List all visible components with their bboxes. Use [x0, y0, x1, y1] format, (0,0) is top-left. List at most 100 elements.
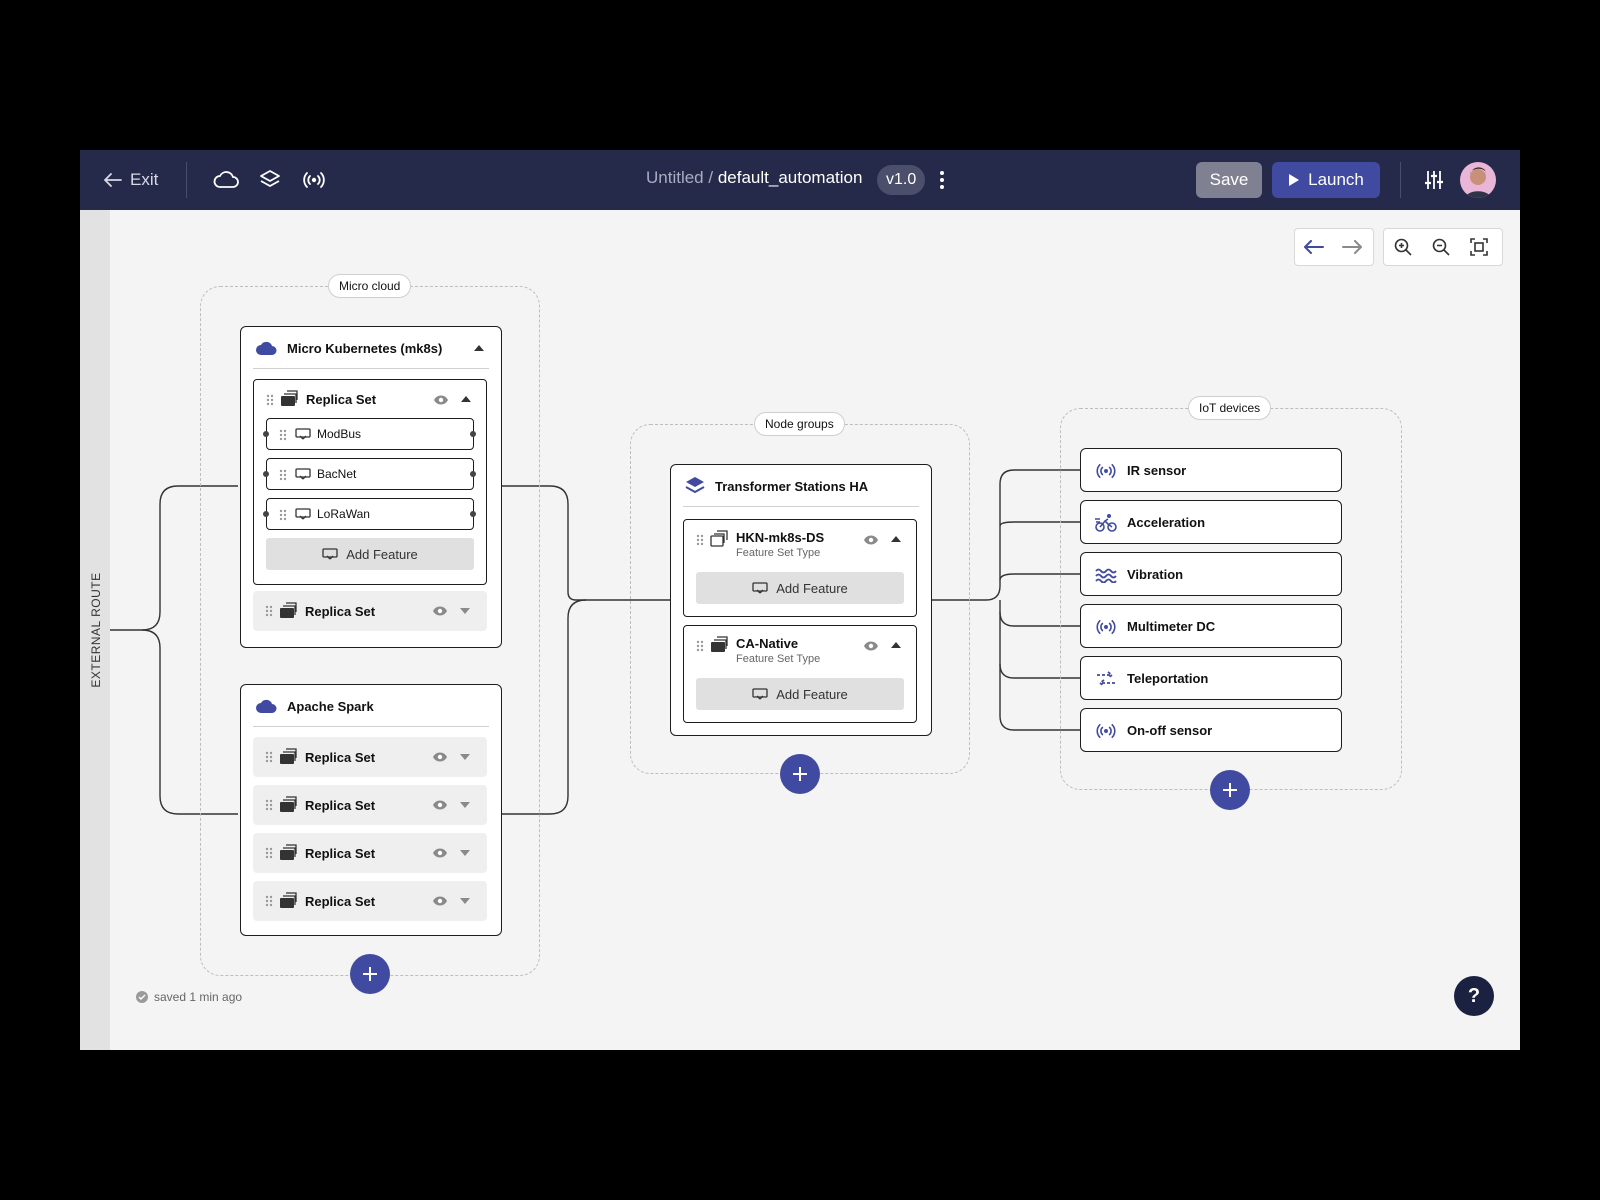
- replica-set-row[interactable]: Replica Set: [253, 881, 487, 921]
- replica-set-row[interactable]: Replica Set: [253, 737, 487, 777]
- breadcrumb-parent[interactable]: Untitled /: [646, 168, 713, 187]
- undo-icon[interactable]: [1295, 229, 1333, 265]
- eye-icon[interactable]: [432, 847, 448, 859]
- device-acceleration[interactable]: Acceleration: [1080, 500, 1342, 544]
- feature-label: LoRaWan: [317, 507, 370, 521]
- help-button[interactable]: ?: [1454, 976, 1494, 1016]
- avatar[interactable]: [1460, 162, 1496, 198]
- connector-dot[interactable]: [470, 431, 476, 437]
- drag-handle-icon[interactable]: [265, 751, 273, 763]
- add-feature-button[interactable]: Add Feature: [696, 572, 904, 604]
- divider: [186, 162, 187, 198]
- redo-icon[interactable]: [1333, 229, 1371, 265]
- feature-icon: [295, 508, 311, 520]
- expand-caret-icon[interactable]: [460, 754, 470, 760]
- bike-speed-icon: [1095, 512, 1117, 534]
- app-window: Exit Untitled / default_automation v1.0 …: [80, 150, 1520, 1050]
- replica-set-icon: [280, 796, 297, 812]
- device-label: IR sensor: [1127, 463, 1187, 478]
- expand-caret-icon[interactable]: [460, 802, 470, 808]
- replica-set-row[interactable]: Replica Set: [253, 785, 487, 825]
- zoom-out-icon[interactable]: [1422, 229, 1460, 265]
- add-feature-button[interactable]: Add Feature: [696, 678, 904, 710]
- eye-icon[interactable]: [863, 534, 879, 546]
- eye-icon[interactable]: [433, 394, 449, 406]
- connector-dot[interactable]: [263, 431, 269, 437]
- layers-icon: [685, 477, 705, 493]
- transformer-header[interactable]: Transformer Stations HA: [685, 477, 917, 495]
- connector-dot[interactable]: [263, 511, 269, 517]
- breadcrumb-current[interactable]: default_automation: [718, 168, 863, 187]
- collapse-caret-icon[interactable]: [474, 345, 484, 351]
- external-route-label: EXTERNAL ROUTE: [89, 572, 103, 688]
- feature-label: BacNet: [317, 467, 357, 481]
- add-node-group-button[interactable]: [780, 754, 820, 794]
- launch-button[interactable]: Launch: [1272, 162, 1380, 198]
- feature-item[interactable]: ModBus: [263, 418, 476, 450]
- sliders-icon[interactable]: [1420, 166, 1448, 194]
- iot-devices-label: IoT devices: [1188, 396, 1272, 420]
- broadcast-icon[interactable]: [300, 166, 328, 194]
- eye-icon[interactable]: [432, 751, 448, 763]
- device-vibration[interactable]: Vibration: [1080, 552, 1342, 596]
- drag-handle-icon[interactable]: [265, 895, 273, 907]
- broadcast-icon: [1095, 720, 1117, 742]
- expand-caret-icon[interactable]: [460, 850, 470, 856]
- replica-set-row[interactable]: Replica Set: [253, 591, 487, 631]
- transfer-icon: [1095, 668, 1117, 690]
- connector-dot[interactable]: [470, 511, 476, 517]
- history-controls: [1294, 228, 1374, 266]
- apache-spark-card[interactable]: Apache Spark Replica Set Replica Set Rep…: [240, 684, 502, 936]
- drag-handle-icon[interactable]: [696, 640, 704, 652]
- connector-dot[interactable]: [470, 471, 476, 477]
- replica-set-expanded[interactable]: Replica Set ModBus BacNet LoRaWan Add Fe…: [253, 379, 487, 585]
- zoom-in-icon[interactable]: [1384, 229, 1422, 265]
- collapse-caret-icon[interactable]: [891, 642, 901, 648]
- device-on-off-sensor[interactable]: On-off sensor: [1080, 708, 1342, 752]
- version-badge[interactable]: v1.0: [877, 165, 926, 195]
- more-options-icon[interactable]: [932, 166, 952, 194]
- add-node-button[interactable]: [350, 954, 390, 994]
- drag-handle-icon[interactable]: [279, 509, 287, 521]
- transformer-card[interactable]: Transformer Stations HA HKN-mk8s-DS Feat…: [670, 464, 932, 736]
- eye-icon[interactable]: [432, 895, 448, 907]
- drag-handle-icon[interactable]: [265, 605, 273, 617]
- drag-handle-icon[interactable]: [265, 799, 273, 811]
- spark-header[interactable]: Apache Spark: [255, 697, 487, 715]
- drag-handle-icon[interactable]: [696, 534, 704, 546]
- divider: [683, 506, 919, 507]
- fit-screen-icon[interactable]: [1460, 229, 1498, 265]
- replica-set-row[interactable]: Replica Set: [253, 833, 487, 873]
- replica-set-icon: [280, 892, 297, 908]
- feature-set-card[interactable]: HKN-mk8s-DS Feature Set Type Add Feature: [683, 519, 917, 617]
- transformer-title: Transformer Stations HA: [715, 478, 869, 494]
- device-teleportation[interactable]: Teleportation: [1080, 656, 1342, 700]
- device-ir-sensor[interactable]: IR sensor: [1080, 448, 1342, 492]
- cloud-icon[interactable]: [212, 166, 240, 194]
- eye-icon[interactable]: [432, 799, 448, 811]
- eye-icon[interactable]: [863, 640, 879, 652]
- feature-item[interactable]: LoRaWan: [263, 498, 476, 530]
- feature-item[interactable]: BacNet: [263, 458, 476, 490]
- collapse-caret-icon[interactable]: [461, 396, 471, 402]
- expand-caret-icon[interactable]: [460, 898, 470, 904]
- device-multimeter-dc[interactable]: Multimeter DC: [1080, 604, 1342, 648]
- mk8s-header[interactable]: Micro Kubernetes (mk8s): [255, 339, 487, 357]
- add-feature-button[interactable]: Add Feature: [266, 538, 474, 570]
- drag-handle-icon[interactable]: [279, 429, 287, 441]
- drag-handle-icon[interactable]: [266, 394, 274, 406]
- feature-set-card[interactable]: CA-Native Feature Set Type Add Feature: [683, 625, 917, 723]
- layers-icon[interactable]: [256, 166, 284, 194]
- mk8s-card[interactable]: Micro Kubernetes (mk8s) Replica Set ModB…: [240, 326, 502, 648]
- collapse-caret-icon[interactable]: [891, 536, 901, 542]
- broadcast-icon: [1095, 616, 1117, 638]
- expand-caret-icon[interactable]: [460, 608, 470, 614]
- save-button[interactable]: Save: [1196, 162, 1262, 198]
- broadcast-icon: [1095, 460, 1117, 482]
- connector-dot[interactable]: [263, 471, 269, 477]
- eye-icon[interactable]: [432, 605, 448, 617]
- add-device-button[interactable]: [1210, 770, 1250, 810]
- exit-button[interactable]: Exit: [104, 166, 158, 194]
- drag-handle-icon[interactable]: [279, 469, 287, 481]
- drag-handle-icon[interactable]: [265, 847, 273, 859]
